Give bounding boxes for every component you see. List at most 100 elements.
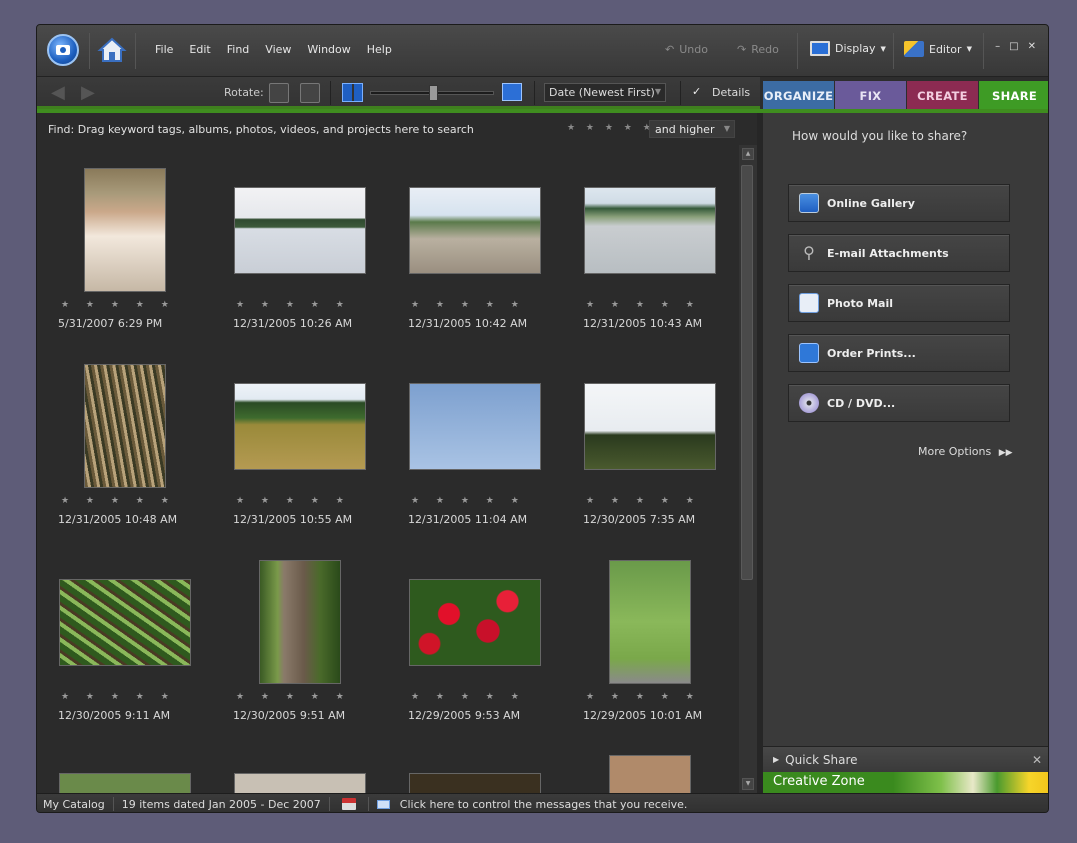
menu-find[interactable]: Find — [219, 43, 258, 56]
rating-stars[interactable]: ★ ★ ★ ★ ★ — [586, 496, 701, 506]
menu-file[interactable]: File — [147, 43, 181, 56]
rating-stars[interactable]: ★ ★ ★ ★ ★ — [61, 300, 176, 310]
prints-icon — [799, 343, 819, 363]
photo-thumbnail[interactable] — [84, 168, 166, 292]
rating-stars[interactable]: ★ ★ ★ ★ ★ — [61, 692, 176, 702]
quick-share-bar[interactable]: ▶ Quick Share ✕ — [763, 746, 1048, 772]
photo-thumbnail[interactable] — [409, 186, 541, 274]
close-quick-share-icon[interactable]: ✕ — [1032, 753, 1042, 767]
status-message[interactable]: Click here to control the messages that … — [400, 798, 688, 811]
rating-filter-select[interactable]: and higher ▼ — [649, 120, 735, 138]
slider-handle[interactable] — [429, 85, 438, 101]
rating-stars[interactable]: ★ ★ ★ ★ ★ — [586, 692, 701, 702]
photo-item[interactable]: ★ ★ ★ ★ ★ 12/31/2005 10:26 AM — [212, 145, 387, 341]
tab-organize[interactable]: ORGANIZE — [763, 81, 834, 110]
more-options-link[interactable]: More Options ▶▶ — [918, 445, 1013, 458]
photo-date: 12/30/2005 9:11 AM — [58, 709, 171, 722]
small-thumbnails-icon[interactable] — [342, 83, 363, 102]
rating-filter-stars[interactable]: ★ ★ ★ ★ ★ — [567, 123, 655, 133]
rating-stars[interactable]: ★ ★ ★ ★ ★ — [411, 300, 526, 310]
photo-item[interactable]: ★ ★ ★ ★ ★ 12/30/2005 9:11 AM — [37, 537, 212, 733]
photo-thumbnail[interactable] — [259, 560, 341, 684]
scroll-down-icon[interactable]: ▼ — [742, 778, 754, 790]
photo-date: 12/31/2005 10:55 AM — [233, 513, 353, 526]
photo-thumbnail[interactable] — [59, 578, 191, 666]
photo-thumbnail[interactable] — [234, 186, 366, 274]
gallery-icon — [799, 193, 819, 213]
photo-item[interactable]: ★ ★ ★ ★ ★ 12/31/2005 10:55 AM — [212, 341, 387, 537]
photo-item[interactable]: ★ ★ ★ ★ ★ 12/29/2005 10:01 AM — [562, 537, 737, 733]
timeline-icon[interactable] — [341, 798, 356, 810]
rating-stars[interactable]: ★ ★ ★ ★ ★ — [61, 496, 176, 506]
photo-item[interactable]: ★ ★ ★ ★ ★ 12/31/2005 10:43 AM — [562, 145, 737, 341]
photo-date: 12/31/2005 11:04 AM — [408, 513, 528, 526]
details-checkbox[interactable]: ✓ — [692, 86, 704, 98]
undo-button[interactable]: ↶ Undo — [665, 43, 708, 56]
photo-thumbnail[interactable] — [409, 382, 541, 470]
back-arrow-icon[interactable]: ◀ — [51, 84, 69, 102]
menu-view[interactable]: View — [257, 43, 299, 56]
photo-thumbnail[interactable] — [409, 578, 541, 666]
photo-item[interactable]: ★ ★ ★ ★ ★ 12/31/2005 10:48 AM — [37, 341, 212, 537]
photo-thumbnail[interactable] — [584, 186, 716, 274]
photo-thumbnail[interactable] — [84, 364, 166, 488]
photo-item[interactable]: ★ ★ ★ ★ ★ 12/30/2005 7:35 AM — [562, 341, 737, 537]
rating-stars[interactable]: ★ ★ ★ ★ ★ — [411, 496, 526, 506]
share-panel: How would you like to share? Online Gall… — [763, 113, 1048, 793]
photo-item[interactable]: ★ ★ ★ ★ ★ 12/29/2005 9:53 AM — [387, 537, 562, 733]
rating-stars[interactable]: ★ ★ ★ ★ ★ — [586, 300, 701, 310]
photo-thumbnail[interactable] — [234, 773, 366, 793]
editor-icon — [904, 41, 924, 57]
order-prints-button[interactable]: Order Prints... — [788, 334, 1010, 372]
thumbnail-size-slider[interactable] — [370, 85, 494, 101]
photo-thumbnail[interactable] — [409, 773, 541, 793]
redo-button[interactable]: ↷ Redo — [737, 43, 779, 56]
close-window-icon[interactable]: ✕ — [1028, 41, 1036, 52]
photo-thumbnail[interactable] — [609, 755, 691, 793]
photo-item[interactable]: ★ ★ ★ ★ ★ 12/31/2005 10:42 AM — [387, 145, 562, 341]
photo-thumbnail[interactable] — [584, 382, 716, 470]
scrollbar-thumb[interactable] — [741, 165, 753, 580]
forward-arrow-icon[interactable]: ▶ — [81, 84, 99, 102]
menu-edit[interactable]: Edit — [181, 43, 218, 56]
rotate-left-icon[interactable] — [269, 83, 289, 103]
email-attachments-button[interactable]: ⚲ E-mail Attachments — [788, 234, 1010, 272]
status-bar: My Catalog 19 items dated Jan 2005 - Dec… — [37, 793, 1048, 812]
title-bar: File Edit Find View Window Help ↶ Undo ↷ R… — [37, 25, 1048, 77]
large-thumbnail-icon[interactable] — [502, 83, 522, 101]
rotate-right-icon[interactable] — [300, 83, 320, 103]
tab-create[interactable]: CREATE — [907, 81, 978, 110]
home-button[interactable] — [97, 36, 127, 64]
creative-zone-banner[interactable]: Creative Zone — [763, 772, 1048, 793]
scroll-up-icon[interactable]: ▲ — [742, 148, 754, 160]
photo-item[interactable]: ★ ★ ★ ★ ★ 12/31/2005 11:04 AM — [387, 341, 562, 537]
menu-help[interactable]: Help — [359, 43, 400, 56]
message-icon — [376, 799, 390, 809]
photo-thumbnail[interactable] — [234, 382, 366, 470]
photo-thumbnail[interactable] — [59, 773, 191, 793]
rating-stars[interactable]: ★ ★ ★ ★ ★ — [236, 300, 351, 310]
rating-stars[interactable]: ★ ★ ★ ★ ★ — [411, 692, 526, 702]
display-button[interactable]: Display ▼ — [810, 41, 886, 56]
app-logo-icon — [47, 34, 79, 66]
rating-stars[interactable]: ★ ★ ★ ★ ★ — [236, 496, 351, 506]
menu-window[interactable]: Window — [299, 43, 358, 56]
online-gallery-button[interactable]: Online Gallery — [788, 184, 1010, 222]
menu-bar: File Edit Find View Window Help — [147, 43, 400, 56]
expand-triangle-icon: ▶ — [773, 755, 780, 764]
rating-stars[interactable]: ★ ★ ★ ★ ★ — [236, 692, 351, 702]
photo-item[interactable]: ★ ★ ★ ★ ★ 5/31/2007 6:29 PM — [37, 145, 212, 341]
tab-share[interactable]: SHARE — [979, 81, 1048, 110]
item-count: 19 items dated Jan 2005 - Dec 2007 — [121, 797, 321, 811]
photo-item[interactable]: ★ ★ ★ ★ ★ 12/30/2005 9:51 AM — [212, 537, 387, 733]
cd-dvd-button[interactable]: CD / DVD... — [788, 384, 1010, 422]
photo-mail-button[interactable]: Photo Mail — [788, 284, 1010, 322]
editor-button[interactable]: Editor ▼ — [904, 41, 972, 57]
catalog-name[interactable]: My Catalog — [43, 798, 105, 811]
photo-thumbnail[interactable] — [609, 560, 691, 684]
minimize-icon[interactable]: – — [995, 41, 1000, 52]
sort-order-select[interactable]: Date (Newest First) ▼ — [544, 83, 666, 102]
maximize-icon[interactable]: □ — [1009, 41, 1018, 52]
undo-icon: ↶ — [665, 43, 675, 56]
tab-fix[interactable]: FIX — [835, 81, 906, 110]
